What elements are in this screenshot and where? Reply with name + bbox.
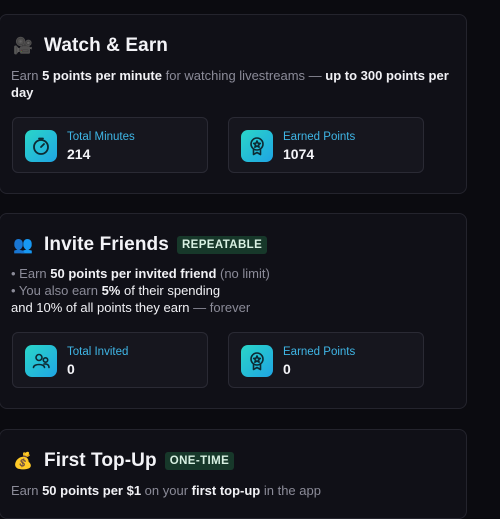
stat-value: 1074 [283,146,315,162]
stat-label: Total Minutes [67,131,135,143]
camera-icon: 🎥 [13,38,33,55]
stat-value: 0 [67,361,75,377]
watch-earn-card: 🎥 Watch & Earn Earn 5 points per minute … [0,14,467,194]
total-invited-stat: Total Invited 0 [12,332,208,388]
watch-earn-header: 🎥 Watch & Earn [12,33,168,59]
invite-friends-title: Invite Friends [44,234,169,255]
stat-label: Earned Points [283,131,356,143]
stat-value: 214 [67,146,91,162]
total-minutes-stat: Total Minutes 214 [12,117,208,173]
stat-label: Earned Points [283,346,356,358]
money-bag-icon: 💰 [13,453,33,470]
people-icon: 👥 [13,237,33,254]
earned-points-stat: Earned Points 1074 [228,117,424,173]
invite-friends-card: 👥 Invite Friends REPEATABLE • Earn 50 po… [0,213,467,409]
watch-earn-description: Earn 5 points per minute for watching li… [11,68,449,100]
repeatable-badge: REPEATABLE [176,236,268,254]
award-icon [241,130,273,162]
invite-friends-header: 👥 Invite Friends REPEATABLE [12,232,268,258]
first-topup-header: 💰 First Top-Up ONE-TIME [12,448,235,474]
watch-earn-title: Watch & Earn [44,35,169,56]
first-topup-description: Earn 50 points per $1 on your first top-… [11,483,321,498]
one-time-badge: ONE-TIME [164,452,235,470]
award-icon [241,345,273,377]
invite-friends-description: • Earn 50 points per invited friend (no … [11,266,270,315]
stat-value: 0 [283,361,291,377]
first-topup-card: 💰 First Top-Up ONE-TIME Earn 50 points p… [0,429,467,519]
timer-icon [25,130,57,162]
users-icon [25,345,57,377]
stat-label: Total Invited [67,346,129,358]
earned-points-stat: Earned Points 0 [228,332,424,388]
first-topup-title: First Top-Up [44,450,157,471]
